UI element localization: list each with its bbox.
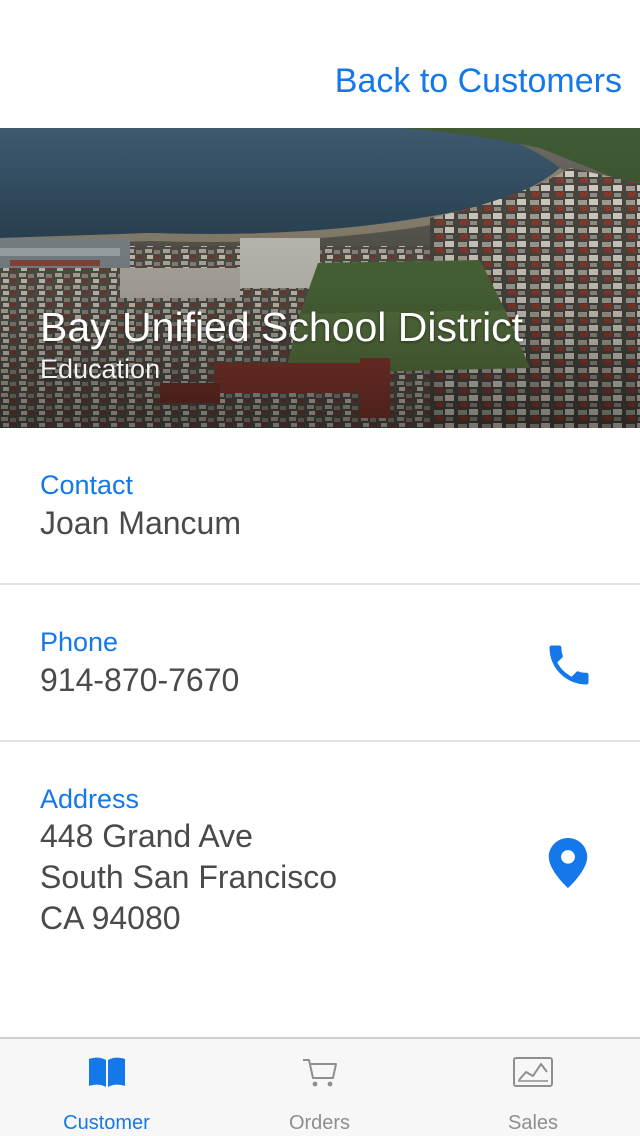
customer-name-title: Bay Unified School District <box>40 304 524 350</box>
navigation-bar: Back to Customers <box>0 0 640 128</box>
contact-label: Contact <box>40 470 134 500</box>
map-pin-icon[interactable] <box>548 838 588 893</box>
address-line-street: 448 Grand Ave <box>40 818 253 854</box>
phone-row[interactable]: Phone 914-870-7670 <box>0 585 640 742</box>
book-icon <box>87 1055 127 1094</box>
tab-orders[interactable]: Orders <box>213 1039 426 1136</box>
customer-detail-screen: Back to Customers Bay Unified School Dis… <box>0 0 640 1136</box>
customer-category-subtitle: Education <box>40 354 161 384</box>
address-line-city: South San Francisco <box>40 859 338 895</box>
contact-value: Joan Mancum <box>40 505 241 541</box>
address-line-state-zip: CA 94080 <box>40 900 181 936</box>
tab-sales-label: Sales <box>507 1112 559 1134</box>
tab-orders-label: Orders <box>288 1112 351 1134</box>
chart-icon <box>512 1055 554 1094</box>
contact-row: Contact Joan Mancum <box>0 428 640 585</box>
phone-icon[interactable] <box>543 639 595 696</box>
tab-bar: Customer Orders Sales <box>0 1037 640 1136</box>
tab-customer-label: Customer <box>63 1112 150 1134</box>
tab-customer[interactable]: Customer <box>0 1039 213 1136</box>
address-label: Address <box>40 784 140 814</box>
hero-banner: Bay Unified School District Education <box>0 128 640 428</box>
tab-sales[interactable]: Sales <box>426 1039 640 1136</box>
cart-icon <box>300 1055 340 1094</box>
phone-value: 914-870-7670 <box>40 662 240 698</box>
back-to-customers-button[interactable]: Back to Customers <box>335 62 622 101</box>
phone-label: Phone <box>40 627 119 657</box>
address-row[interactable]: Address 448 Grand Ave South San Francisc… <box>0 742 640 962</box>
